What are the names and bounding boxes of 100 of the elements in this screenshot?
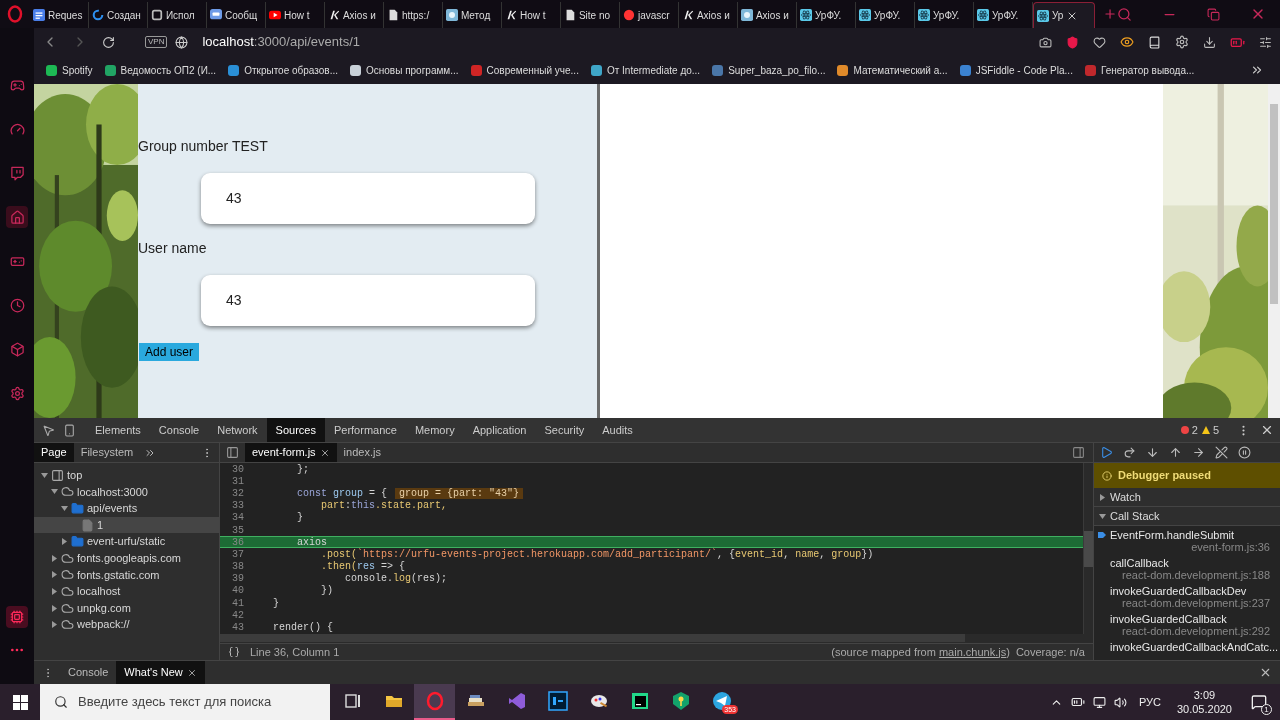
close-drawer-icon[interactable] (1259, 666, 1272, 679)
resume-icon[interactable] (1100, 446, 1113, 459)
bookmark[interactable]: Spotify (46, 62, 93, 78)
collapsed-arrow-icon[interactable] (50, 621, 58, 629)
task-view-icon[interactable] (342, 691, 363, 711)
navigator-tab[interactable]: Page (34, 443, 74, 462)
tree-item[interactable]: event-urfu/static (34, 533, 219, 550)
collapsed-arrow-icon[interactable] (50, 554, 58, 562)
url-text[interactable]: localhost:3000/api/events/1 (202, 32, 360, 52)
bookmark[interactable]: Современный уче... (470, 62, 579, 78)
extension-button[interactable] (6, 606, 28, 628)
source-link[interactable]: main.chunk.js (938, 645, 1007, 658)
volume-icon[interactable] (1113, 695, 1127, 709)
tree-item[interactable]: localhost (34, 583, 219, 600)
visual-studio-icon[interactable] (506, 691, 527, 711)
add-user-button[interactable]: Add user (139, 343, 200, 361)
vpn-badge[interactable]: VPN (145, 36, 168, 48)
step-icon[interactable] (1192, 446, 1205, 459)
step-into-icon[interactable] (1146, 446, 1159, 459)
opera-logo[interactable] (6, 5, 23, 23)
bookmark[interactable]: JSFiddle - Code Pla... (959, 62, 1073, 78)
scrollbar[interactable] (1268, 84, 1280, 418)
call-stack-item[interactable]: callCallback react-dom.development.js:188 (1094, 554, 1280, 582)
devtools-tab[interactable]: Performance (324, 418, 406, 442)
collapsed-arrow-icon[interactable] (60, 538, 68, 546)
tree-item[interactable]: unpkg.com (34, 599, 219, 617)
ide-icon[interactable] (629, 691, 650, 711)
error-count[interactable]: 2 (1180, 421, 1198, 439)
devtools-tab[interactable]: Audits (593, 418, 642, 442)
language-indicator[interactable]: РУС (1138, 693, 1161, 711)
inspect-icon[interactable] (42, 423, 55, 437)
tree-item[interactable]: api/events (34, 500, 219, 517)
call-stack-item[interactable]: invokeGuardedCallbackAndCatc... (1094, 638, 1280, 654)
expanded-arrow-icon[interactable] (50, 488, 58, 496)
bookmark[interactable]: Генератор вывода... (1084, 62, 1195, 78)
tree-item[interactable]: top (34, 467, 219, 484)
more-bookmarks-icon[interactable] (1250, 63, 1264, 77)
text-field[interactable]: 43 (201, 173, 535, 224)
bookmark[interactable]: Математический а... (837, 62, 948, 78)
shield-icon[interactable] (1066, 35, 1079, 49)
photoshop-icon[interactable] (547, 691, 568, 711)
close-icon[interactable] (1260, 423, 1274, 437)
pause-icon[interactable] (1238, 446, 1251, 459)
deactivate-breakpoints-icon[interactable] (1215, 446, 1228, 459)
network-icon[interactable] (1092, 695, 1106, 709)
step-over-icon[interactable] (1123, 446, 1136, 459)
device-icon[interactable] (63, 423, 76, 437)
opera-icon[interactable] (424, 691, 445, 711)
call-stack-item[interactable]: invokeGuardedCallback react-dom.development.js:292 (1094, 610, 1280, 638)
eye-icon[interactable] (1120, 35, 1134, 49)
devtools-tab[interactable]: Elements (86, 418, 150, 442)
close-tab-icon[interactable] (186, 667, 197, 678)
battery-icon[interactable] (1070, 695, 1085, 709)
section-header[interactable]: Watch (1094, 488, 1280, 507)
tree-item[interactable]: 1 (34, 516, 219, 534)
browser-tab[interactable]: Ур (1032, 2, 1095, 28)
bookmark[interactable]: Ведомость ОП2 (И... (104, 62, 217, 78)
bookmark[interactable]: От Intermediate до... (590, 62, 701, 78)
devtools-tab[interactable]: Application (463, 418, 536, 442)
settings-icon[interactable] (1175, 35, 1189, 49)
warning-count[interactable]: 5 (1201, 421, 1219, 439)
bookmark[interactable]: Super_baza_po_filo... (712, 62, 826, 78)
call-stack-item[interactable]: invokeGuardedCallbackDev react-dom.development.js:237 (1094, 582, 1280, 610)
search-icon[interactable] (1117, 6, 1132, 22)
clock[interactable]: 3:09 30.05.2020 (1176, 688, 1232, 716)
bookmark[interactable]: Основы программ... (350, 62, 459, 78)
notifications-button[interactable]: 1 (1244, 687, 1274, 717)
line-number[interactable]: 43 (220, 620, 246, 634)
collapsed-arrow-icon[interactable] (50, 587, 58, 595)
reload-icon[interactable] (102, 35, 115, 49)
sliders-icon[interactable] (1259, 35, 1272, 49)
section-header[interactable]: Call Stack (1094, 507, 1280, 526)
camera-icon[interactable] (1039, 35, 1052, 49)
collapsed-arrow-icon[interactable] (50, 604, 58, 612)
expanded-arrow-icon[interactable] (60, 505, 68, 512)
heart-icon[interactable] (1093, 35, 1106, 49)
drawer-tab[interactable]: Console (60, 661, 117, 684)
tree-item[interactable]: fonts.gstatic.com (34, 566, 219, 584)
file-tab[interactable]: index.js (336, 443, 388, 462)
drawer-tab[interactable]: What's New (116, 661, 205, 684)
expanded-arrow-icon[interactable] (40, 471, 48, 479)
restore-icon[interactable] (1207, 7, 1220, 21)
horizontal-scrollbar[interactable] (220, 634, 1093, 643)
call-stack-item[interactable]: EventForm.handleSubmit event-form.js:36 (1094, 526, 1280, 554)
file-tab[interactable]: event-form.js (245, 443, 337, 462)
devtools-tab[interactable]: Security (535, 418, 594, 442)
tree-item[interactable]: fonts.googleapis.com (34, 549, 219, 567)
download-icon[interactable] (1203, 35, 1216, 49)
tree-item[interactable]: webpack:// (34, 616, 219, 633)
taskbar-search-field[interactable]: Введите здесь текст для поиска (40, 684, 330, 720)
tree-item[interactable]: localhost:3000 (34, 483, 219, 501)
toggle-navigator-icon[interactable] (226, 446, 239, 459)
devtools-tab[interactable]: Console (149, 418, 209, 442)
book-icon[interactable] (1148, 35, 1161, 49)
devtools-tab[interactable]: Network (208, 418, 267, 442)
text-field[interactable]: 43 (201, 275, 535, 326)
vertical-scrollbar[interactable] (1083, 463, 1093, 634)
collapsed-arrow-icon[interactable] (50, 571, 58, 579)
navigator-tab[interactable]: Filesystem (73, 443, 141, 462)
toggle-debugger-icon[interactable] (1072, 446, 1085, 459)
